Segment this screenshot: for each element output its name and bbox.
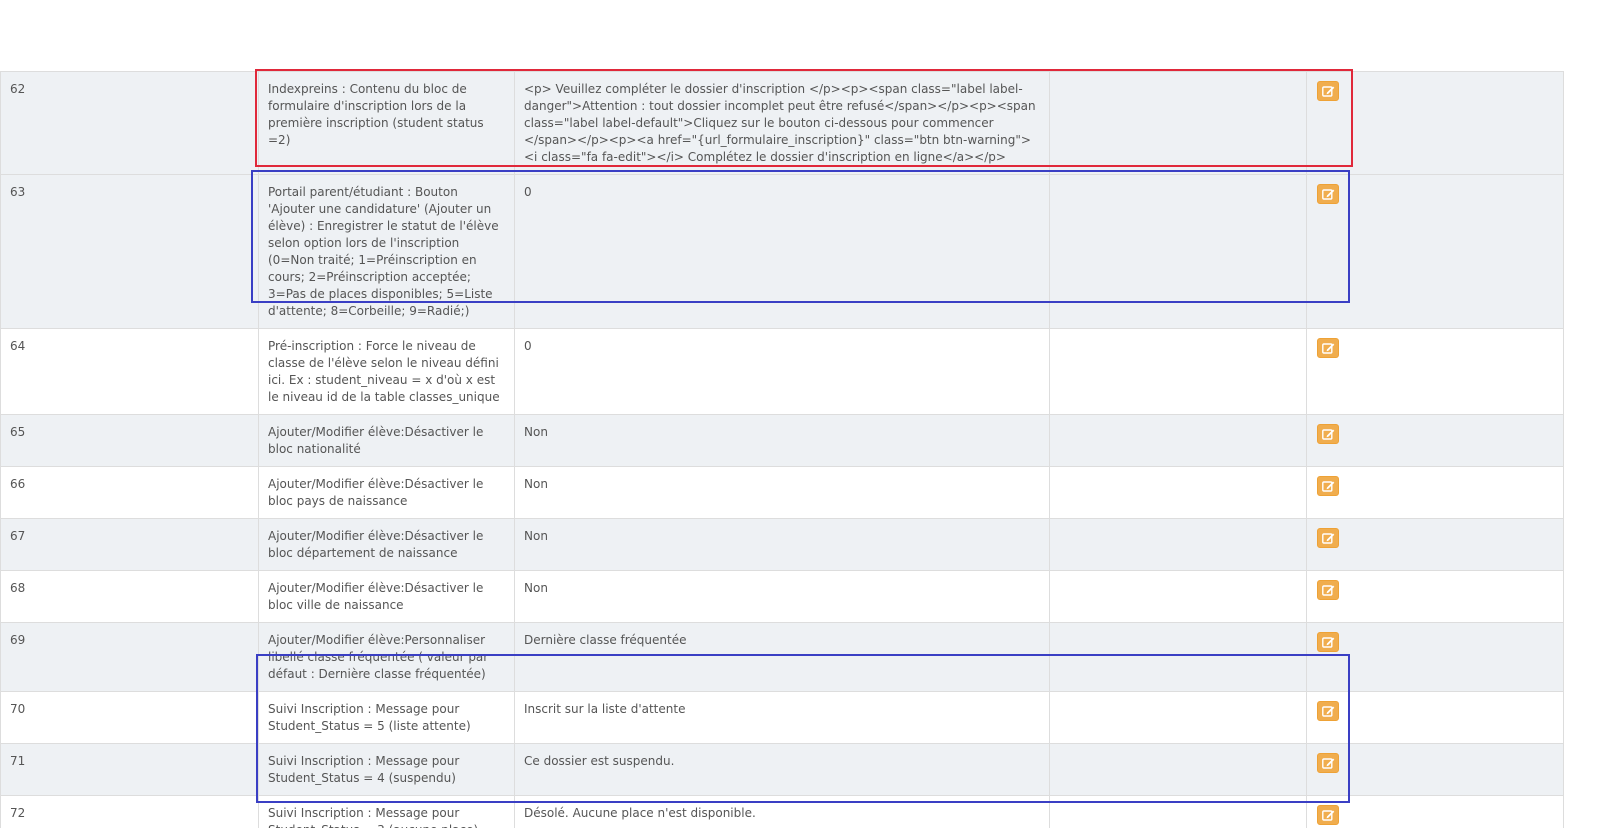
row-value: Non [514,414,1050,467]
edit-icon [1322,86,1335,97]
row-description: Ajouter/Modifier élève:Personnaliser lib… [258,622,515,692]
row-actions [1306,795,1564,828]
edit-button[interactable] [1317,81,1339,101]
table-row: 65 Ajouter/Modifier élève:Désactiver le … [0,414,1564,467]
row-id: 64 [0,328,259,415]
row-id: 65 [0,414,259,467]
table-row: 67 Ajouter/Modifier élève:Désactiver le … [0,518,1564,571]
edit-button[interactable] [1317,632,1339,652]
edit-icon [1322,758,1335,769]
edit-icon [1322,637,1335,648]
row-description: Indexpreins : Contenu du bloc de formula… [258,71,515,175]
settings-page: 62 Indexpreins : Contenu du bloc de form… [0,0,1610,828]
table-row: 71 Suivi Inscription : Message pour Stud… [0,743,1564,796]
row-id: 67 [0,518,259,571]
row-description: Suivi Inscription : Message pour Student… [258,691,515,744]
row-id: 66 [0,466,259,519]
edit-icon [1322,429,1335,440]
row-description: Ajouter/Modifier élève:Désactiver le blo… [258,466,515,519]
row-id: 71 [0,743,259,796]
row-description: Ajouter/Modifier élève:Désactiver le blo… [258,414,515,467]
row-description: Pré-inscription : Force le niveau de cla… [258,328,515,415]
table-row: 64 Pré-inscription : Force le niveau de … [0,328,1564,415]
edit-button[interactable] [1317,338,1339,358]
table-row: 69 Ajouter/Modifier élève:Personnaliser … [0,622,1564,692]
row-extra [1049,328,1307,415]
row-extra [1049,743,1307,796]
row-extra [1049,414,1307,467]
row-description: Ajouter/Modifier élève:Désactiver le blo… [258,518,515,571]
row-extra [1049,622,1307,692]
edit-icon [1322,481,1335,492]
table-row: 63 Portail parent/étudiant : Bouton 'Ajo… [0,174,1564,329]
row-id: 72 [0,795,259,828]
row-description: Suivi Inscription : Message pour Student… [258,795,515,828]
row-value: Dernière classe fréquentée [514,622,1050,692]
row-actions [1306,466,1564,519]
row-value: Non [514,570,1050,623]
row-actions [1306,174,1564,329]
row-extra [1049,570,1307,623]
row-value: 0 [514,174,1050,329]
row-id: 70 [0,691,259,744]
edit-button[interactable] [1317,753,1339,773]
table-row: 72 Suivi Inscription : Message pour Stud… [0,795,1564,828]
row-actions [1306,328,1564,415]
row-id: 69 [0,622,259,692]
row-description: Portail parent/étudiant : Bouton 'Ajoute… [258,174,515,329]
edit-icon [1322,810,1335,821]
row-value: Inscrit sur la liste d'attente [514,691,1050,744]
edit-button[interactable] [1317,580,1339,600]
row-actions [1306,414,1564,467]
settings-table: 62 Indexpreins : Contenu du bloc de form… [0,71,1564,828]
row-extra [1049,795,1307,828]
row-extra [1049,71,1307,175]
table-row: 68 Ajouter/Modifier élève:Désactiver le … [0,570,1564,623]
edit-icon [1322,706,1335,717]
row-actions [1306,570,1564,623]
edit-button[interactable] [1317,701,1339,721]
row-value: Désolé. Aucune place n'est disponible. [514,795,1050,828]
edit-icon [1322,343,1335,354]
edit-icon [1322,533,1335,544]
table-row: 70 Suivi Inscription : Message pour Stud… [0,691,1564,744]
edit-button[interactable] [1317,424,1339,444]
row-description: Suivi Inscription : Message pour Student… [258,743,515,796]
row-actions [1306,518,1564,571]
table-row: 66 Ajouter/Modifier élève:Désactiver le … [0,466,1564,519]
row-extra [1049,466,1307,519]
row-value: 0 [514,328,1050,415]
row-value: Ce dossier est suspendu. [514,743,1050,796]
row-id: 68 [0,570,259,623]
edit-button[interactable] [1317,528,1339,548]
row-description: Ajouter/Modifier élève:Désactiver le blo… [258,570,515,623]
edit-icon [1322,189,1335,200]
row-extra [1049,691,1307,744]
row-actions [1306,743,1564,796]
row-id: 63 [0,174,259,329]
row-id: 62 [0,71,259,175]
row-actions [1306,691,1564,744]
row-value: Non [514,518,1050,571]
row-value: Non [514,466,1050,519]
row-actions [1306,622,1564,692]
row-value: <p> Veuillez compléter le dossier d'insc… [514,71,1050,175]
row-extra [1049,518,1307,571]
settings-table-body: 62 Indexpreins : Contenu du bloc de form… [0,71,1564,828]
edit-button[interactable] [1317,476,1339,496]
edit-button[interactable] [1317,805,1339,825]
row-actions [1306,71,1564,175]
row-extra [1049,174,1307,329]
edit-button[interactable] [1317,184,1339,204]
edit-icon [1322,585,1335,596]
table-row: 62 Indexpreins : Contenu du bloc de form… [0,71,1564,175]
